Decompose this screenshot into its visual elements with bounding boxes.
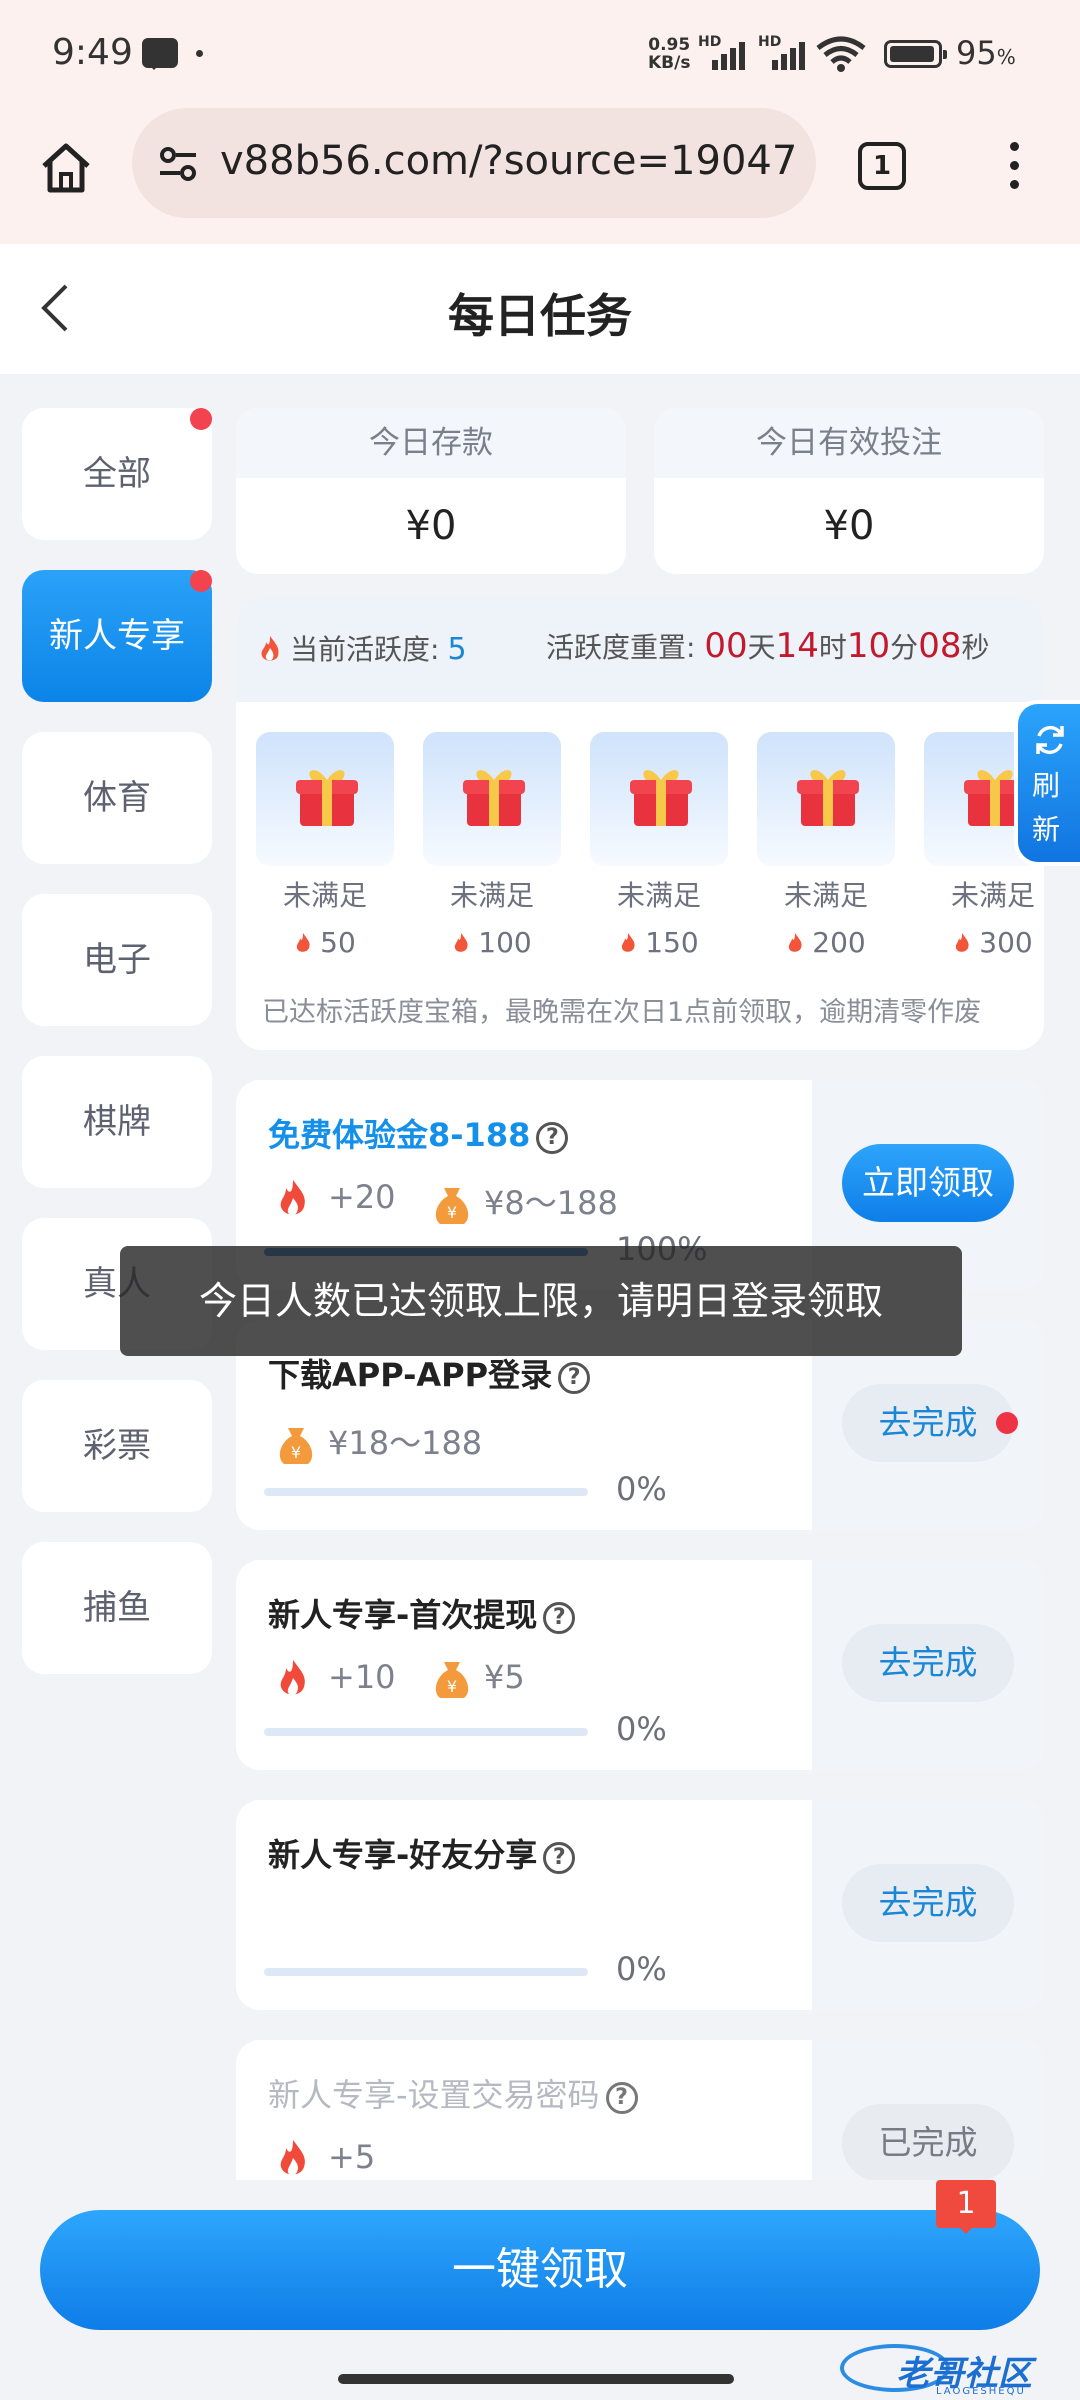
help-icon[interactable]: ? bbox=[543, 1842, 576, 1874]
page-header: 每日任务 bbox=[0, 244, 1080, 374]
fire-icon bbox=[280, 1660, 305, 1695]
today-deposit-card: 今日存款 ¥0 bbox=[236, 408, 626, 574]
status-time: 9:49 bbox=[52, 32, 133, 73]
toast-message: 今日人数已达领取上限，请明日登录领取 bbox=[120, 1246, 962, 1356]
sidebar-item-lottery[interactable]: 彩票 bbox=[22, 1380, 212, 1512]
task-activity-reward: +5 bbox=[276, 2138, 375, 2180]
task-progress-bar bbox=[264, 1488, 588, 1496]
activity-chest[interactable]: 未满足 100 bbox=[423, 732, 561, 959]
task-progress-bar bbox=[264, 1968, 588, 1976]
tab-switcher-icon[interactable]: 1 bbox=[858, 142, 906, 190]
task-title: 免费体验金8-188? bbox=[268, 1110, 569, 1156]
claim-now-button[interactable]: 立即领取 bbox=[842, 1144, 1014, 1222]
unread-dot bbox=[190, 570, 212, 592]
home-icon[interactable] bbox=[36, 138, 96, 198]
status-bar: 9:49 0.95 KB/s HD HD 95% bbox=[0, 0, 1080, 108]
gift-box-icon bbox=[630, 770, 692, 826]
claim-all-button[interactable]: 一键领取 bbox=[40, 2210, 1040, 2330]
svg-text:¥: ¥ bbox=[291, 1443, 301, 1462]
signal-sim2-icon: HD bbox=[758, 34, 814, 74]
watermark-logo: 老哥社区 LAOGESHEQU bbox=[840, 2344, 1072, 2400]
go-complete-button[interactable]: 去完成 bbox=[842, 1864, 1014, 1942]
task-title: 下载APP-APP登录? bbox=[268, 1350, 591, 1396]
today-deposit-value: ¥0 bbox=[405, 503, 457, 549]
gift-box-icon bbox=[797, 770, 859, 826]
gesture-home-bar[interactable] bbox=[338, 2374, 734, 2384]
task-progress-bar bbox=[264, 1728, 588, 1736]
task-activity-reward: +10 bbox=[276, 1658, 396, 1700]
more-menu-icon[interactable] bbox=[1004, 138, 1024, 194]
fire-icon bbox=[280, 2140, 305, 2175]
sidebar-item-sports[interactable]: 体育 bbox=[22, 732, 212, 864]
task-money-reward: ¥ ¥5 bbox=[432, 1658, 525, 1700]
help-icon[interactable]: ? bbox=[558, 1362, 591, 1394]
unread-dot bbox=[996, 1412, 1018, 1434]
url-text[interactable]: v88b56.com/?source=19047 bbox=[220, 138, 797, 184]
message-icon bbox=[142, 38, 178, 70]
svg-text:¥: ¥ bbox=[447, 1203, 457, 1222]
fire-icon bbox=[261, 636, 279, 661]
activity-chest-list: 未满足 50 未满足 100 未满足 150 未满足 200 未满足 300 bbox=[256, 732, 1044, 959]
current-activity: 当前活跃度: 5 bbox=[290, 632, 467, 667]
sidebar-item-fishing[interactable]: 捕鱼 bbox=[22, 1542, 212, 1674]
gift-box-icon bbox=[296, 770, 358, 826]
activity-chest[interactable]: 未满足 150 bbox=[590, 732, 728, 959]
sidebar-item-newbie[interactable]: 新人专享 bbox=[22, 570, 212, 702]
help-icon[interactable]: ? bbox=[536, 1122, 569, 1154]
task-money-reward: ¥ ¥8～188 bbox=[432, 1178, 618, 1226]
notification-dot-icon bbox=[196, 50, 203, 57]
activity-note: 已达标活跃度宝箱，最晚需在次日1点前领取，逾期清零作废 bbox=[262, 997, 982, 1028]
today-bet-label: 今日有效投注 bbox=[654, 408, 1044, 478]
claim-count-badge: 1 bbox=[936, 2180, 996, 2234]
gift-box-icon bbox=[463, 770, 525, 826]
help-icon[interactable]: ? bbox=[543, 1602, 576, 1634]
sidebar-item-chess[interactable]: 棋牌 bbox=[22, 1056, 212, 1188]
battery-percent: 95% bbox=[956, 34, 1016, 72]
today-bet-value: ¥0 bbox=[823, 503, 875, 549]
battery-icon bbox=[884, 40, 947, 68]
wifi-icon bbox=[816, 36, 866, 72]
fire-icon bbox=[280, 1180, 305, 1215]
unread-dot bbox=[190, 408, 212, 430]
current-activity-value: 5 bbox=[447, 632, 467, 667]
task-title: 新人专享-首次提现? bbox=[268, 1590, 576, 1636]
task-progress-text: 0% bbox=[616, 1710, 667, 1748]
task-money-reward: ¥ ¥18～188 bbox=[276, 1418, 482, 1466]
activity-chest[interactable]: 未满足 50 bbox=[256, 732, 394, 959]
go-complete-button[interactable]: 去完成 bbox=[842, 1384, 1014, 1462]
task-progress-text: 0% bbox=[616, 1950, 667, 1988]
task-card: 新人专享-好友分享? 0% 去完成 bbox=[236, 1800, 1044, 2010]
task-title: 新人专享-好友分享? bbox=[268, 1830, 576, 1876]
network-speed: 0.95 KB/s bbox=[648, 35, 691, 73]
today-deposit-label: 今日存款 bbox=[236, 408, 626, 478]
sidebar-item-all[interactable]: 全部 bbox=[22, 408, 212, 540]
activity-header: 当前活跃度: 5 活跃度重置: 00天14时10分08秒 bbox=[236, 598, 1044, 702]
address-bar[interactable]: v88b56.com/?source=19047 bbox=[132, 108, 816, 218]
browser-toolbar: v88b56.com/?source=19047 1 bbox=[0, 108, 1080, 244]
page-title: 每日任务 bbox=[448, 289, 632, 343]
task-title: 新人专享-设置交易密码? bbox=[268, 2070, 638, 2116]
activity-chest[interactable]: 未满足 200 bbox=[757, 732, 895, 959]
sidebar-item-electronic[interactable]: 电子 bbox=[22, 894, 212, 1026]
today-bet-card: 今日有效投注 ¥0 bbox=[654, 408, 1044, 574]
completed-button[interactable]: 已完成 bbox=[842, 2104, 1014, 2182]
go-complete-button[interactable]: 去完成 bbox=[842, 1624, 1014, 1702]
task-card: 新人专享-首次提现? +10 ¥ ¥5 0% 去完成 bbox=[236, 1560, 1044, 1770]
money-bag-icon: ¥ bbox=[279, 1428, 313, 1464]
site-settings-icon[interactable] bbox=[156, 142, 200, 186]
svg-text:¥: ¥ bbox=[447, 1677, 457, 1696]
refresh-icon bbox=[1036, 725, 1064, 755]
signal-sim1-icon: HD bbox=[698, 34, 754, 74]
help-icon[interactable]: ? bbox=[605, 2082, 638, 2114]
refresh-button[interactable]: 刷 新 bbox=[1014, 700, 1080, 866]
money-bag-icon: ¥ bbox=[435, 1662, 469, 1698]
activity-panel: 当前活跃度: 5 活跃度重置: 00天14时10分08秒 未满足 50 未满足 1… bbox=[236, 598, 1044, 1050]
task-activity-reward: +20 bbox=[276, 1178, 396, 1220]
money-bag-icon: ¥ bbox=[435, 1188, 469, 1224]
task-progress-text: 0% bbox=[616, 1470, 667, 1508]
activity-reset-countdown: 活跃度重置: 00天14时10分08秒 bbox=[546, 626, 990, 666]
